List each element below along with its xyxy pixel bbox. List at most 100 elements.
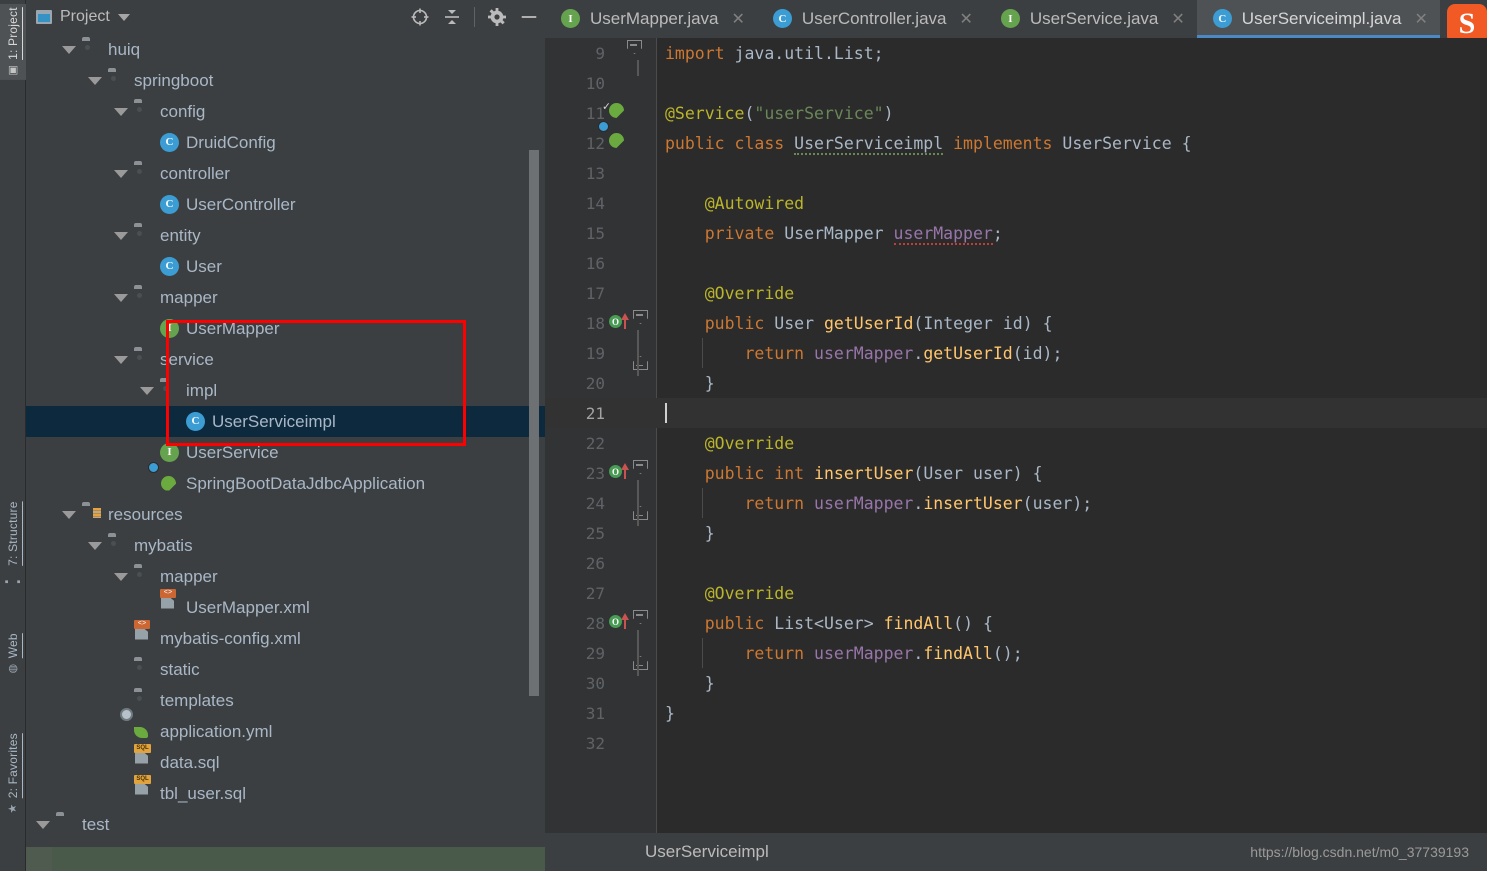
tree-node[interactable]: huiq (26, 34, 545, 65)
code-line[interactable]: 28 O public List<User> findAll() { (545, 608, 1487, 638)
tree-node[interactable]: C UserServiceimpl (26, 406, 545, 437)
tree-node[interactable]: I UserMapper (26, 313, 545, 344)
code-line[interactable]: 23 O public int insertUser(User user) { (545, 458, 1487, 488)
collapse-all-icon[interactable] (442, 7, 462, 27)
implementing-method-icon[interactable]: O (609, 462, 629, 484)
code-line[interactable]: 31} (545, 698, 1487, 728)
chevron-down-icon[interactable] (114, 169, 128, 178)
tool-button-favorites[interactable]: ★ 2: Favorites (0, 730, 26, 818)
project-tree[interactable]: huiq springboot config C DruidConfig controll… (26, 34, 545, 847)
tree-node[interactable]: test (26, 809, 545, 840)
tree-node[interactable]: application.yml (26, 716, 545, 747)
close-icon[interactable]: ✕ (1414, 9, 1427, 29)
fold-open-icon[interactable] (633, 460, 653, 486)
code-line[interactable]: 27 @Override (545, 578, 1487, 608)
tree-node[interactable]: entity (26, 220, 545, 251)
tree-node[interactable]: mapper (26, 282, 545, 313)
minimize-icon[interactable] (519, 7, 539, 27)
code-line[interactable]: 26 (545, 548, 1487, 578)
chevron-down-icon[interactable] (88, 541, 102, 550)
breadcrumb[interactable]: UserServiceimpl (645, 842, 769, 862)
tree-node[interactable]: UserMapper.xml (26, 592, 545, 623)
code-line[interactable]: 9 import java.util.List; (545, 38, 1487, 68)
editor-tab[interactable]: I UserService.java ✕ (985, 0, 1197, 38)
editor-tab[interactable]: I UserMapper.java ✕ (545, 0, 757, 38)
tree-node[interactable]: C User (26, 251, 545, 282)
code-line[interactable]: 16 (545, 248, 1487, 278)
code-line[interactable]: 25 } (545, 518, 1487, 548)
code-content[interactable]: 9 import java.util.List; 10 11 @Service("use… (545, 38, 1487, 833)
code-line[interactable]: 14 @Autowired (545, 188, 1487, 218)
fold-open-icon[interactable] (633, 610, 653, 636)
close-icon[interactable]: ✕ (1171, 9, 1184, 29)
tree-node[interactable]: C DruidConfig (26, 127, 545, 158)
tree-node[interactable]: tbl_user.sql (26, 778, 545, 809)
implementing-method-icon[interactable]: O (609, 612, 629, 634)
tree-node[interactable]: resources (26, 499, 545, 530)
tree-node[interactable]: config (26, 96, 545, 127)
code-line[interactable]: 19 return userMapper.getUserId(id); (545, 338, 1487, 368)
code-line[interactable]: 21 (545, 398, 1487, 428)
chevron-down-icon[interactable] (114, 107, 128, 116)
tool-button-web[interactable]: ◍ Web (0, 630, 26, 678)
tree-node[interactable]: mybatis-config.xml (26, 623, 545, 654)
tree-node[interactable]: SpringBootDataJdbcApplication (26, 468, 545, 499)
project-vertical-scrollbar[interactable] (529, 150, 539, 696)
editor-tab[interactable]: C UserServiceimpl.java ✕ (1196, 0, 1440, 38)
tree-node[interactable]: springboot (26, 65, 545, 96)
implementing-method-icon[interactable]: O (609, 312, 629, 334)
editor-tab-bar[interactable]: I UserMapper.java ✕ C UserController.java ✕ I U… (545, 0, 1487, 38)
fold-close-icon[interactable] (633, 370, 653, 396)
code-line[interactable]: 11 @Service("userService") (545, 98, 1487, 128)
code-line[interactable]: 12 public class UserServiceimpl implement… (545, 128, 1487, 158)
code-editor[interactable]: 9 import java.util.List; 10 11 @Service("use… (545, 38, 1487, 833)
tool-button-structure[interactable]: ▪▪ 7: Structure (0, 498, 26, 597)
editor-tab[interactable]: C UserController.java ✕ (757, 0, 985, 38)
tree-node[interactable]: mybatis (26, 530, 545, 561)
tree-node[interactable]: static (26, 654, 545, 685)
fold-close-icon[interactable] (633, 670, 653, 696)
code-line[interactable]: 15 private UserMapper userMapper; (545, 218, 1487, 248)
tree-node[interactable]: C UserController (26, 189, 545, 220)
chevron-down-icon[interactable] (36, 820, 50, 829)
watermark-text: https://blog.csdn.net/m0_37739193 (1250, 844, 1469, 860)
code-line[interactable]: 20 } (545, 368, 1487, 398)
project-panel-title-group[interactable]: Project (36, 8, 130, 26)
code-line[interactable]: 17 @Override (545, 278, 1487, 308)
code-line[interactable]: 30 } (545, 668, 1487, 698)
close-icon[interactable]: ✕ (732, 9, 745, 29)
fold-open-icon[interactable] (633, 310, 653, 336)
code-line[interactable]: 18 O public User getUserId(Integer id) { (545, 308, 1487, 338)
tree-node[interactable]: impl (26, 375, 545, 406)
fold-close-icon[interactable] (633, 520, 653, 546)
code-line[interactable]: 32 (545, 728, 1487, 758)
chevron-down-icon[interactable] (117, 13, 130, 21)
code-line[interactable]: 24 return userMapper.insertUser(user); (545, 488, 1487, 518)
code-line[interactable]: 22 @Override (545, 428, 1487, 458)
chevron-down-icon[interactable] (114, 231, 128, 240)
chevron-down-icon[interactable] (114, 293, 128, 302)
spring-bean-icon[interactable] (609, 102, 629, 124)
chevron-down-icon[interactable] (62, 510, 76, 519)
gear-icon[interactable] (487, 7, 507, 27)
close-icon[interactable]: ✕ (959, 9, 972, 29)
code-line[interactable]: 13 (545, 158, 1487, 188)
tree-node[interactable]: I UserService (26, 437, 545, 468)
tree-node[interactable]: mapper (26, 561, 545, 592)
chevron-down-icon[interactable] (114, 572, 128, 581)
code-line[interactable]: 29 return userMapper.findAll(); (545, 638, 1487, 668)
chevron-down-icon[interactable] (114, 355, 128, 364)
chevron-down-icon[interactable] (62, 45, 76, 54)
code-line[interactable]: 10 (545, 68, 1487, 98)
chevron-down-icon[interactable] (140, 386, 154, 395)
tree-node[interactable]: controller (26, 158, 545, 189)
locate-icon[interactable] (410, 7, 430, 27)
tree-node[interactable]: data.sql (26, 747, 545, 778)
chevron-down-icon[interactable] (88, 76, 102, 85)
spring-bean-component-icon[interactable] (609, 132, 629, 154)
tree-node[interactable]: templates (26, 685, 545, 716)
tool-button-project[interactable]: ▣ 1: Project (0, 4, 26, 80)
tree-node[interactable]: service (26, 344, 545, 375)
